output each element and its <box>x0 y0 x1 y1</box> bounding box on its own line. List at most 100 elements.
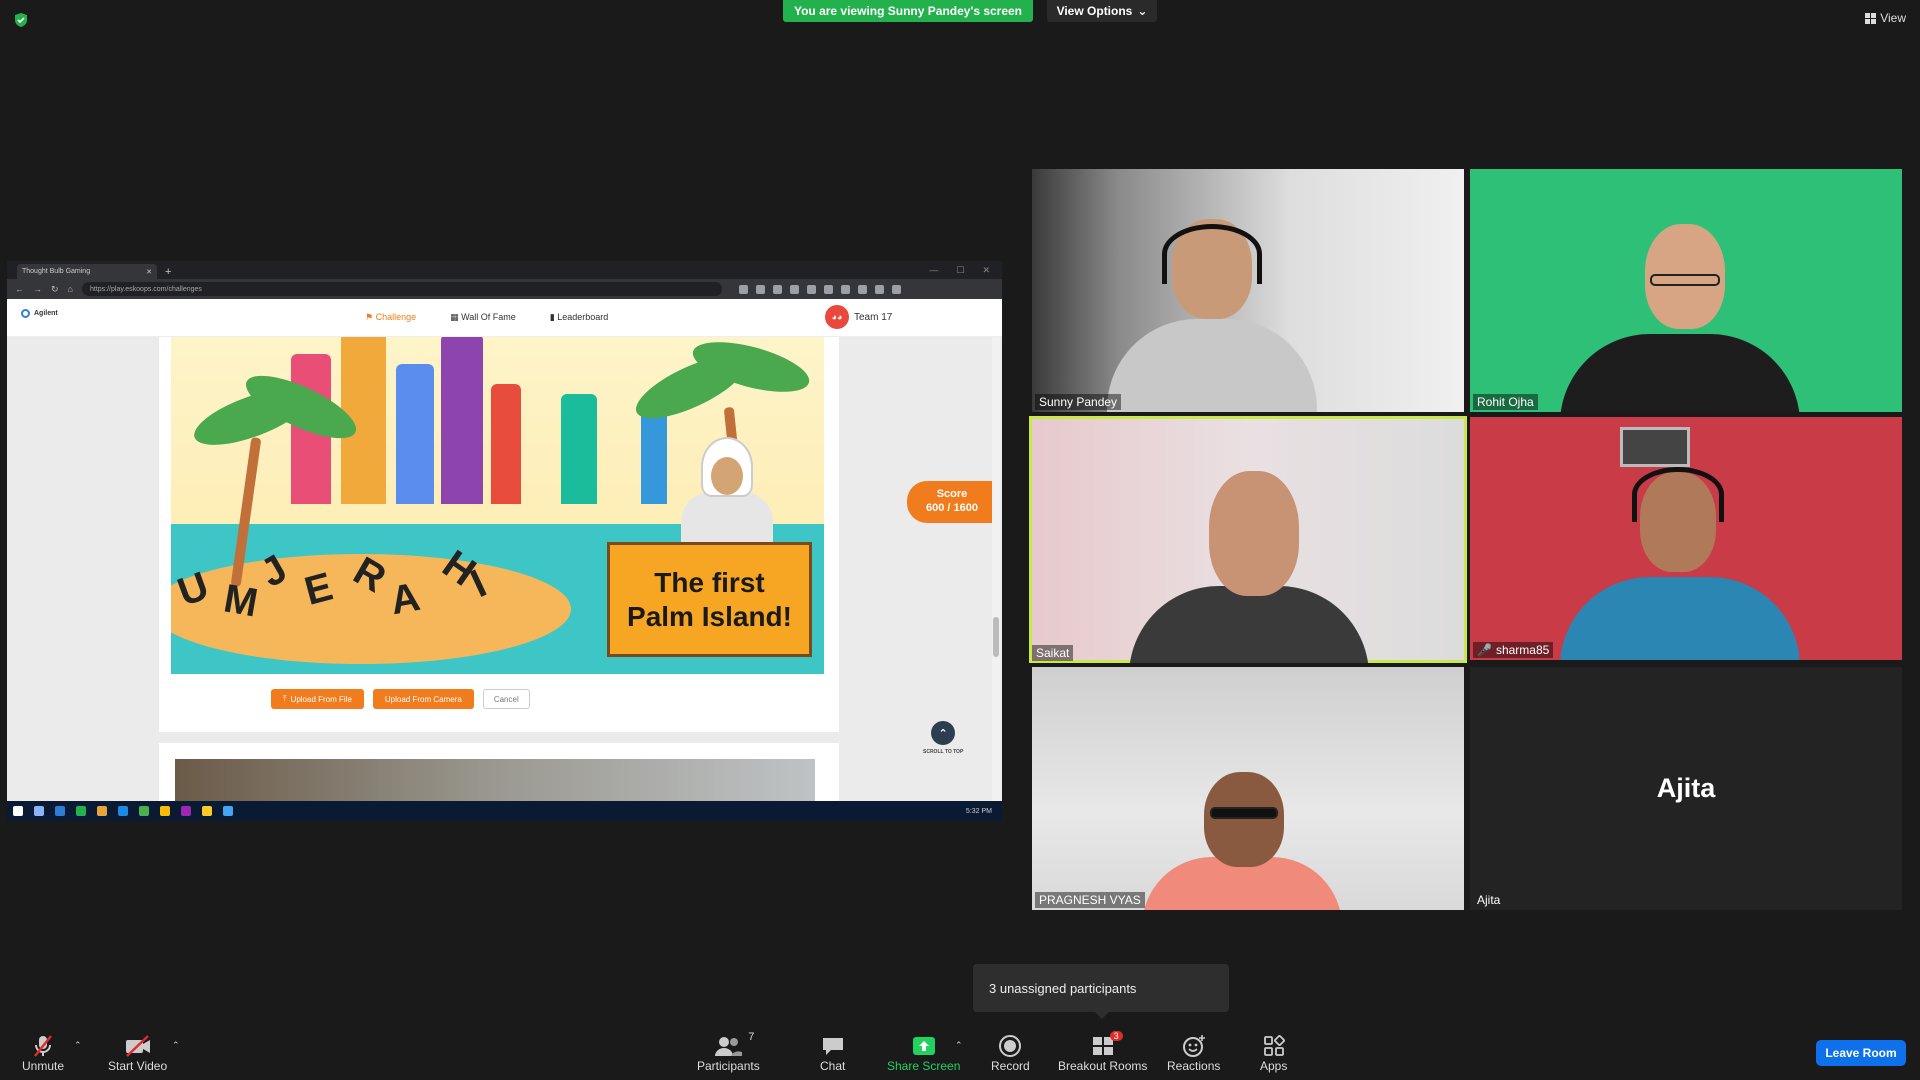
cancel-button[interactable]: Cancel <box>482 689 530 709</box>
extension-icon[interactable] <box>874 284 884 294</box>
back-icon[interactable]: ← <box>15 284 24 294</box>
nav-challenge[interactable]: ⚑ Challenge <box>365 312 416 323</box>
chevron-up-icon[interactable]: ⌃ <box>955 1040 963 1051</box>
wall-picture-illustration <box>1620 427 1690 467</box>
windows-start-icon[interactable] <box>13 806 23 816</box>
reactions-button[interactable]: Reactions <box>1167 1033 1220 1073</box>
chat-label: Chat <box>820 1059 846 1073</box>
unmute-button[interactable]: Unmute <box>22 1033 64 1073</box>
taskbar-app-icon[interactable] <box>223 806 233 816</box>
extension-icon[interactable] <box>823 284 833 294</box>
upload-from-file-label: Upload From File <box>290 694 352 704</box>
taskbar-app-icon[interactable] <box>97 806 107 816</box>
extension-icons <box>738 284 901 294</box>
breakout-rooms-button[interactable]: 3 Breakout Rooms <box>1058 1031 1147 1073</box>
view-button[interactable]: View <box>1865 11 1906 25</box>
video-tile-ajita[interactable]: Ajita Ajita <box>1470 667 1902 910</box>
taskbar-app-icon[interactable] <box>202 806 212 816</box>
island-letters: U M J E R A H I <box>172 542 493 626</box>
taskbar-app-icon[interactable] <box>34 806 44 816</box>
browser-tab[interactable]: Thought Bulb Gaming ✕ <box>17 264 157 279</box>
island-letter: M <box>220 576 261 626</box>
leave-room-button[interactable]: Leave Room <box>1816 1040 1906 1066</box>
view-options-button[interactable]: View Options ⌄ <box>1047 0 1157 22</box>
video-tile-pragnesh-vyas[interactable]: PRAGNESH VYAS <box>1032 667 1464 910</box>
viewing-screen-banner: You are viewing Sunny Pandey's screen <box>783 0 1033 22</box>
island-letter: E <box>300 564 338 614</box>
extension-icon[interactable] <box>738 284 748 294</box>
participant-body <box>1560 334 1800 412</box>
minimize-icon[interactable]: — <box>929 265 938 276</box>
grid-view-icon <box>1865 12 1877 24</box>
nav-leaderboard[interactable]: ▮ Leaderboard <box>550 312 609 323</box>
chevron-up-icon[interactable]: ⌃ <box>172 1040 180 1051</box>
video-tile-saikat[interactable]: Saikat <box>1029 416 1467 663</box>
view-options-label: View Options <box>1056 4 1133 18</box>
scroll-to-top-button[interactable]: ⌃ SCROLL TO TOP <box>923 721 963 755</box>
extension-icon[interactable] <box>755 284 765 294</box>
extension-icon[interactable] <box>806 284 816 294</box>
extension-icon[interactable] <box>789 284 799 294</box>
meeting-toolbar: Unmute ⌃ Start Video ⌃ 7 Participants Ch… <box>0 1024 1920 1080</box>
video-tile-sharma85[interactable]: 🎤 sharma85 <box>1470 417 1902 660</box>
start-video-button[interactable]: Start Video <box>108 1033 167 1073</box>
participant-display-name: Ajita <box>1656 773 1716 803</box>
taskbar-app-icon[interactable] <box>76 806 86 816</box>
new-tab-icon[interactable]: + <box>165 266 171 278</box>
score-value: 600 / 1600 <box>926 502 978 515</box>
taskbar-app-icon[interactable] <box>55 806 65 816</box>
site-logo[interactable]: Agilent <box>21 309 58 318</box>
record-button[interactable]: Record <box>991 1033 1030 1073</box>
chevron-down-icon: ⌄ <box>1137 4 1148 18</box>
challenge-illustration: U M J E R A H I The first Palm Island! <box>171 337 824 674</box>
address-bar[interactable]: https://play.eskoops.com/challenges <box>81 282 722 296</box>
page-scrollbar[interactable] <box>992 337 1000 801</box>
chevron-up-icon[interactable]: ⌃ <box>74 1040 82 1051</box>
taskbar-app-icon[interactable] <box>118 806 128 816</box>
extension-icon[interactable] <box>857 284 867 294</box>
logo-icon <box>21 309 30 318</box>
share-screen-button[interactable]: Share Screen <box>887 1033 960 1073</box>
scroll-to-top-label: SCROLL TO TOP <box>923 749 964 755</box>
window-controls: — ☐ ✕ <box>929 265 1002 279</box>
participants-icon <box>715 1037 743 1056</box>
cancel-label: Cancel <box>493 694 519 704</box>
close-icon[interactable]: ✕ <box>146 268 152 276</box>
home-icon[interactable]: ⌂ <box>68 284 73 294</box>
extension-icon[interactable] <box>891 284 901 294</box>
participant-name: sharma85 <box>1495 643 1550 657</box>
apps-button[interactable]: Apps <box>1260 1033 1287 1073</box>
extension-icon[interactable] <box>840 284 850 294</box>
site-navbar: Agilent ⚑ Challenge ▦ Wall Of Fame ▮ Lea… <box>7 299 1002 337</box>
team-indicator[interactable]: ◕◕ Team 17 <box>825 305 892 329</box>
upload-icon: ⤒ <box>283 694 287 703</box>
participant-name-muted: 🎤 sharma85 <box>1473 642 1554 658</box>
upload-from-file-button[interactable]: ⤒ Upload From File <box>271 689 364 709</box>
taskbar-app-icon[interactable] <box>181 806 191 816</box>
building-illustration <box>641 404 667 504</box>
forward-icon[interactable]: → <box>33 284 42 294</box>
video-tile-rohit-ojha[interactable]: Rohit Ojha <box>1470 169 1902 412</box>
taskbar-app-icon[interactable] <box>160 806 170 816</box>
scrollbar-thumb[interactable] <box>993 617 999 657</box>
close-window-icon[interactable]: ✕ <box>982 265 990 276</box>
participants-label: Participants <box>697 1059 760 1073</box>
building-illustration <box>561 394 597 504</box>
headset-icon <box>1632 467 1724 522</box>
participants-button[interactable]: 7 Participants <box>697 1031 760 1073</box>
upload-from-camera-button[interactable]: Upload From Camera <box>372 689 474 709</box>
chat-button[interactable]: Chat <box>820 1033 845 1073</box>
maximize-icon[interactable]: ☐ <box>956 265 964 276</box>
browser-toolbar: ← → ↻ ⌂ https://play.eskoops.com/challen… <box>7 279 1002 299</box>
participant-name: Ajita <box>1477 893 1501 907</box>
participant-name: Sunny Pandey <box>1035 394 1122 410</box>
extension-icon[interactable] <box>772 284 782 294</box>
share-screen-label: Share Screen <box>887 1059 961 1073</box>
taskbar-app-icon[interactable] <box>139 806 149 816</box>
security-shield-icon[interactable] <box>13 12 29 28</box>
reload-icon[interactable]: ↻ <box>51 284 59 295</box>
nav-wall-of-fame[interactable]: ▦ Wall Of Fame <box>450 312 516 323</box>
video-tile-sunny-pandey[interactable]: Sunny Pandey <box>1032 169 1464 412</box>
score-label: Score <box>936 488 968 500</box>
site-nav-links: ⚑ Challenge ▦ Wall Of Fame ▮ Leaderboard <box>365 312 608 323</box>
